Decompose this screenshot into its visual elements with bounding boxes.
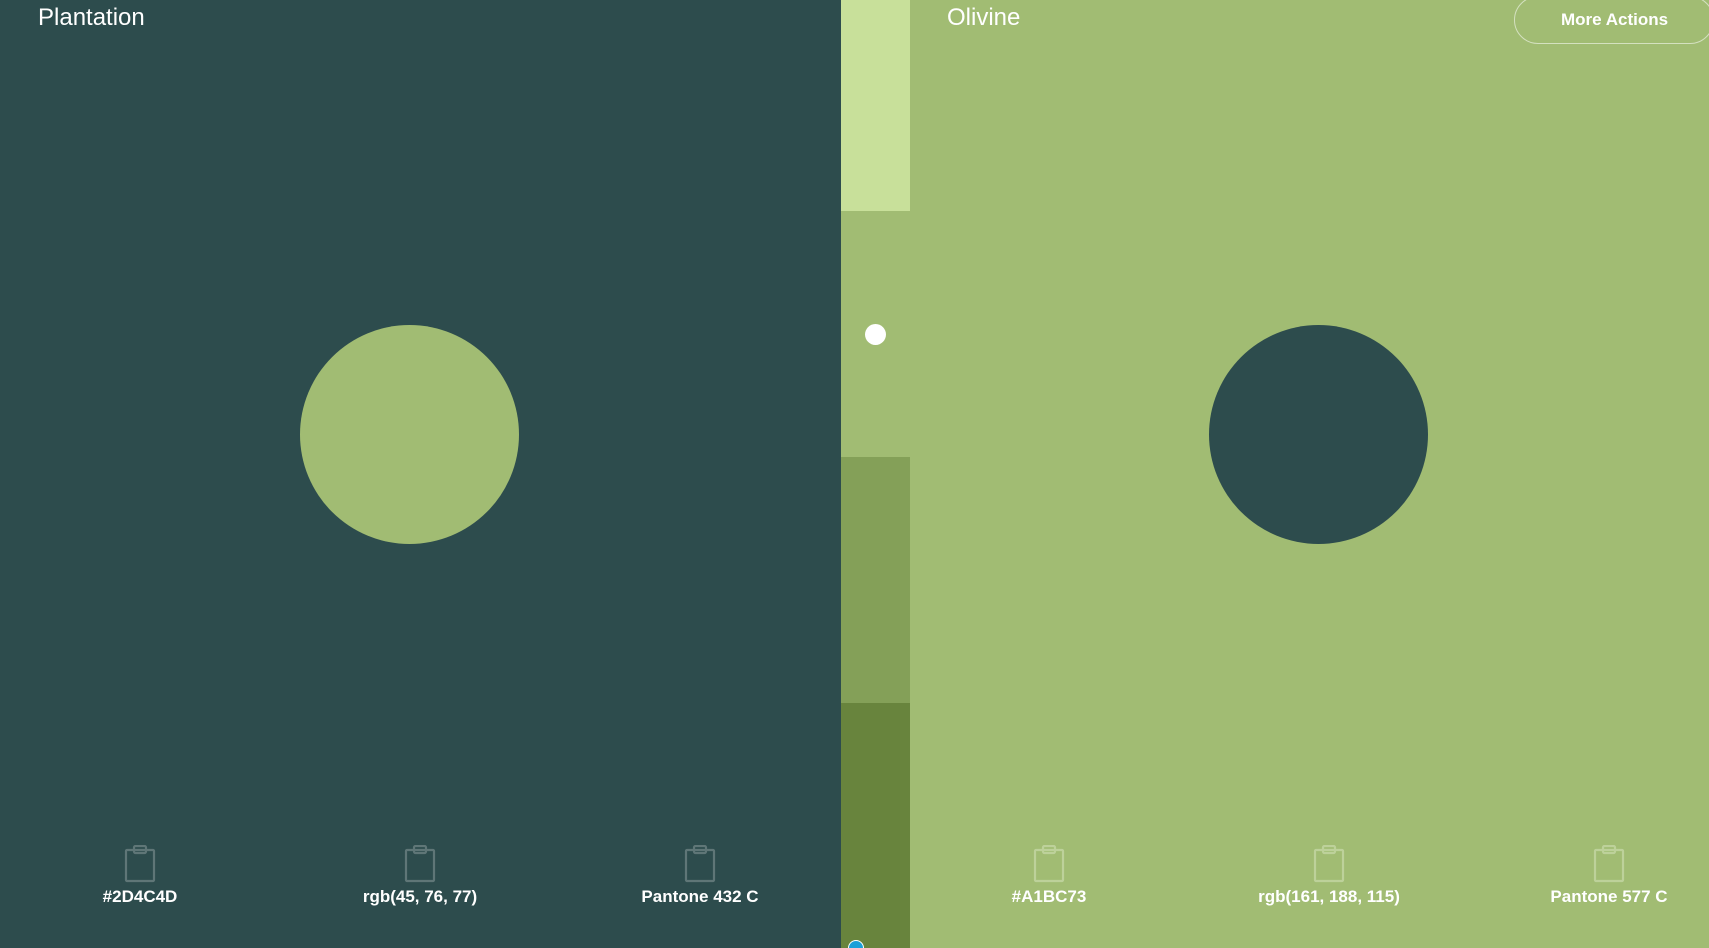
- selected-shade-indicator: [865, 324, 886, 345]
- primary-color-panel: Plantation #2D4C4D rgb(45, 76, 77) Panto…: [0, 0, 841, 948]
- rgb-value: rgb(45, 76, 77): [362, 887, 478, 906]
- copy-hex-button[interactable]: #2D4C4D: [40, 845, 240, 907]
- clipboard-icon: [404, 845, 436, 883]
- secondary-color-name: Olivine: [947, 4, 1021, 31]
- primary-color-name: Plantation: [38, 4, 145, 31]
- shade-swatch[interactable]: [841, 457, 910, 703]
- shade-swatch[interactable]: [841, 0, 910, 211]
- more-actions-button[interactable]: More Actions: [1514, 0, 1709, 44]
- copy-rgb-button[interactable]: rgb(45, 76, 77): [320, 845, 520, 907]
- clipboard-icon: [1313, 845, 1345, 883]
- hex-value: #2D4C4D: [102, 887, 178, 906]
- companion-color-circle: [1209, 325, 1428, 544]
- secondary-color-panel: Olivine #A1BC73 rgb(161, 188, 115) Panto…: [910, 0, 1709, 948]
- copy-hex-button[interactable]: #A1BC73: [949, 845, 1149, 907]
- copy-pantone-button[interactable]: Pantone 577 C: [1509, 845, 1709, 907]
- shade-selector[interactable]: [841, 0, 910, 948]
- shade-swatch[interactable]: [841, 703, 910, 948]
- rgb-value: rgb(161, 188, 115): [1258, 887, 1400, 906]
- clipboard-icon: [1033, 845, 1065, 883]
- copy-rgb-button[interactable]: rgb(161, 188, 115): [1229, 845, 1429, 907]
- pantone-value: Pantone 577 C: [1550, 887, 1668, 906]
- hex-value: #A1BC73: [1011, 887, 1087, 906]
- pantone-value: Pantone 432 C: [641, 887, 759, 906]
- copy-pantone-button[interactable]: Pantone 432 C: [600, 845, 800, 907]
- clipboard-icon: [684, 845, 716, 883]
- clipboard-icon: [1593, 845, 1625, 883]
- clipboard-icon: [124, 845, 156, 883]
- companion-color-circle: [300, 325, 519, 544]
- color-pair-viewer: Plantation #2D4C4D rgb(45, 76, 77) Panto…: [0, 0, 1709, 948]
